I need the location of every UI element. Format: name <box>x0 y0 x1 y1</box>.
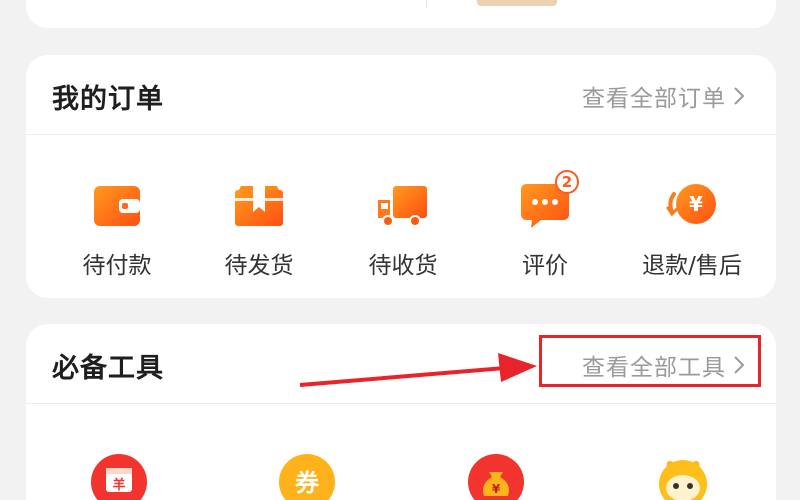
order-review-label: 评价 <box>522 253 568 279</box>
card-divider <box>426 0 427 8</box>
delivery-truck-icon <box>375 178 431 234</box>
view-all-orders-label: 查看全部订单 <box>582 86 726 112</box>
partial-thumbnail <box>477 0 557 6</box>
wallet-icon <box>89 178 145 234</box>
tool-coupon[interactable]: 券 <box>277 452 337 500</box>
tools-title: 必备工具 <box>52 353 164 384</box>
annotation-highlight-box <box>539 335 761 387</box>
package-box-icon <box>231 178 287 234</box>
order-pending-payment[interactable]: 待付款 <box>62 178 172 280</box>
order-pending-payment-label: 待付款 <box>82 253 152 279</box>
order-to-receive-label: 待收货 <box>368 253 438 279</box>
order-to-receive[interactable]: 待收货 <box>348 178 458 280</box>
calendar-glyph: 羊 <box>112 477 125 493</box>
money-bag-icon: ¥ <box>468 454 524 500</box>
review-count-badge: 2 <box>555 170 579 194</box>
chat-bubble-icon: 2 <box>517 170 579 234</box>
money-bag-glyph: ¥ <box>492 482 501 496</box>
svg-text:¥: ¥ <box>689 192 703 216</box>
calendar-yuan-icon: 羊 <box>91 454 147 500</box>
my-orders-card: 我的订单 查看全部订单 待付款 待发货 待收货 2 评价 ¥ 退款/售后 <box>26 55 776 298</box>
order-refund-aftersale[interactable]: ¥ 退款/售后 <box>637 178 747 280</box>
coupon-icon: 券 <box>279 454 335 500</box>
order-to-ship-label: 待发货 <box>224 253 294 279</box>
coupon-glyph: 券 <box>295 469 320 497</box>
tool-calendar[interactable]: 羊 <box>89 452 149 500</box>
tool-mascot[interactable] <box>653 452 713 500</box>
refund-yuan-icon: ¥ <box>664 178 720 234</box>
orders-header: 我的订单 查看全部订单 <box>26 55 776 135</box>
order-review[interactable]: 2 评价 <box>490 170 600 280</box>
order-refund-aftersale-label: 退款/售后 <box>642 253 742 279</box>
top-partial-card <box>26 0 776 28</box>
orders-title: 我的订单 <box>52 84 164 115</box>
tool-money-bag[interactable]: ¥ <box>466 452 526 500</box>
view-all-orders-link[interactable]: 查看全部订单 <box>582 79 746 113</box>
mascot-icon <box>659 460 707 500</box>
chevron-right-icon <box>734 87 745 105</box>
order-to-ship[interactable]: 待发货 <box>204 178 314 280</box>
